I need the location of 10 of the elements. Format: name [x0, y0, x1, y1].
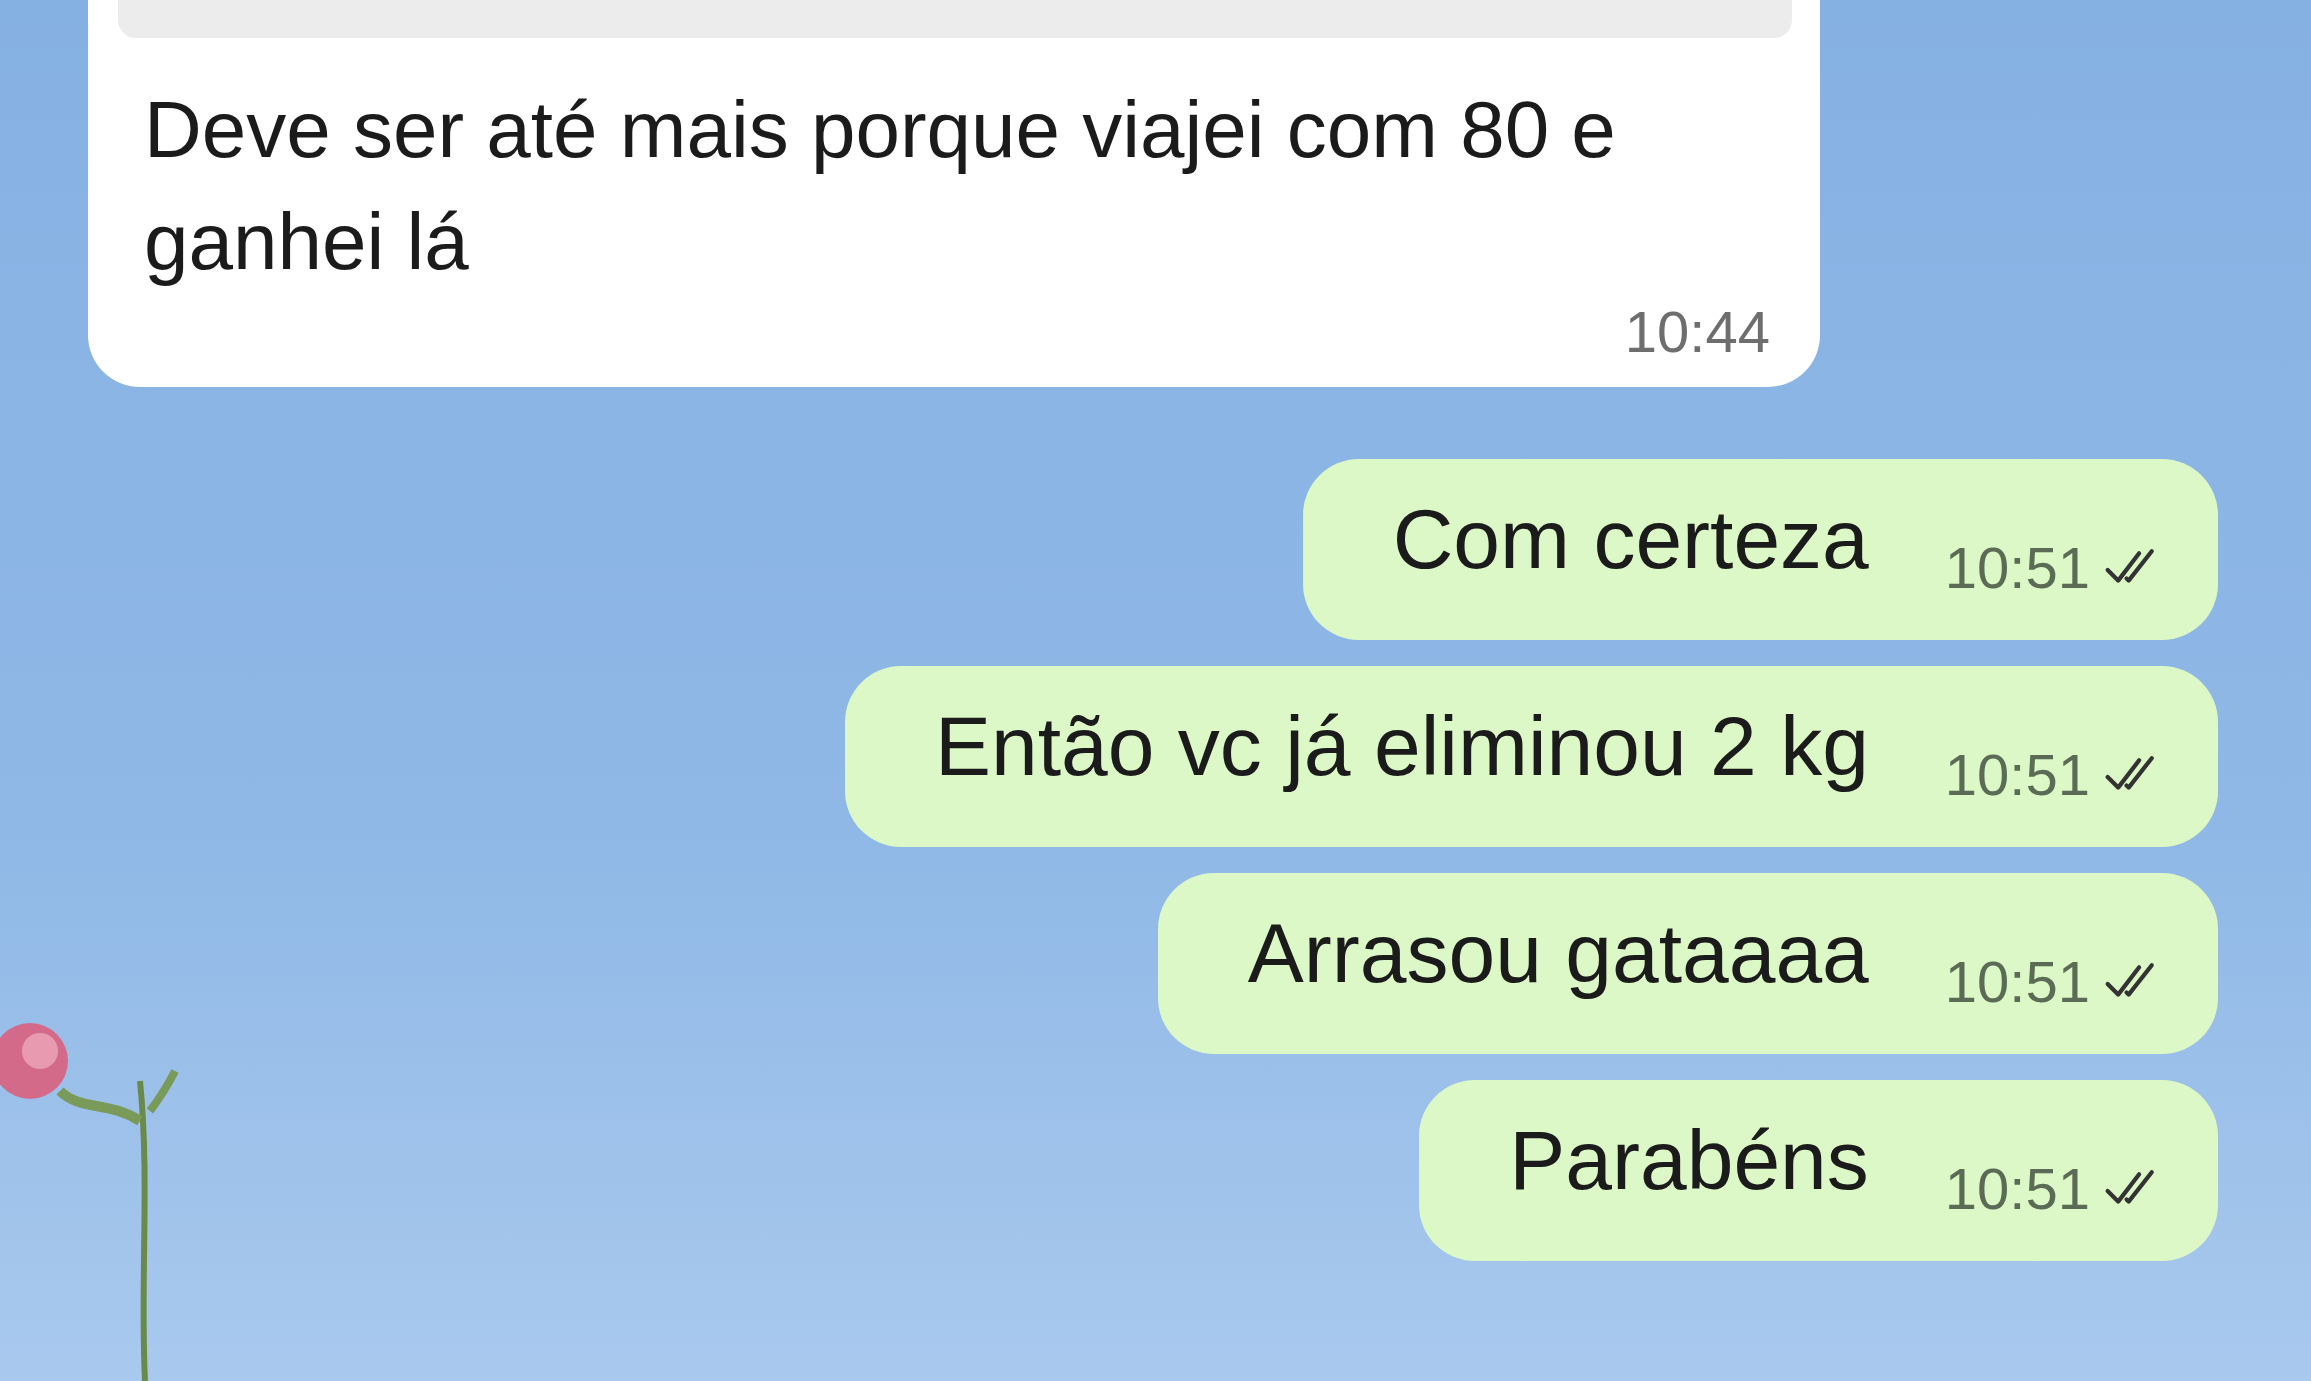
message-text: Parabéns	[1509, 1112, 1869, 1209]
message-time: 10:44	[1624, 298, 1770, 365]
message-text: Então vc já eliminou 2 kg	[935, 698, 1869, 795]
message-time: 10:51	[1944, 534, 2090, 601]
message-time: 10:51	[1944, 948, 2090, 1015]
message-time: 10:51	[1944, 1155, 2090, 1222]
message-text: Arrasou gataaaa	[1247, 905, 1869, 1002]
message-time: 10:51	[1944, 741, 2090, 808]
message-text: Deve ser até mais porque viajei com 80 e ganhei lá	[144, 84, 1617, 288]
message-text: Com certeza	[1392, 491, 1869, 588]
